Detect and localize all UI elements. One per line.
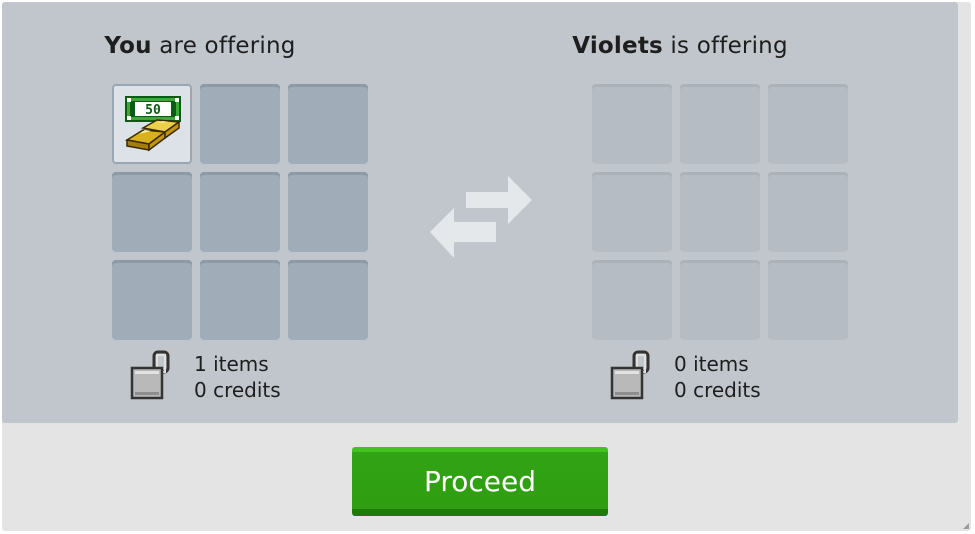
partner-offer-grid (592, 84, 848, 340)
my-offer-slot-3[interactable] (288, 84, 368, 164)
my-offer-slot-1[interactable]: 50 (112, 84, 192, 164)
trade-window: You are offering 50 1 items 0 credits Vi… (2, 2, 971, 531)
partner-offer-credits-count: 0 credits (674, 378, 761, 402)
my-offer-slot-8[interactable] (200, 260, 280, 340)
partner-offer-title-text: is offering (662, 33, 788, 59)
partner-offer-items-count: 0 items (674, 352, 749, 376)
partner-offer-slot-7 (592, 260, 672, 340)
partner-offer-slot-3 (768, 84, 848, 164)
proceed-button[interactable]: Proceed (352, 447, 608, 516)
my-offer-title-name: You (104, 33, 152, 59)
partner-offer-title-name: Violets (572, 33, 663, 59)
padlock-icon (130, 350, 170, 400)
partner-offer-title: Violets is offering (542, 33, 818, 59)
partner-offer-slot-6 (768, 172, 848, 252)
banknote-value: 50 (145, 103, 161, 118)
partner-offer-slot-9 (768, 260, 848, 340)
partner-offer-summary: 0 items 0 credits (610, 350, 830, 404)
padlock-icon (610, 350, 650, 400)
my-offer-slot-7[interactable] (112, 260, 192, 340)
my-offer-slot-5[interactable] (200, 172, 280, 252)
my-offer-slot-2[interactable] (200, 84, 280, 164)
partner-offer-slot-4 (592, 172, 672, 252)
my-offer: You are offering 50 1 items 0 credits (62, 2, 392, 423)
partner-offer-slot-1 (592, 84, 672, 164)
my-offer-title: You are offering (62, 33, 338, 59)
my-offer-items-count: 1 items (194, 352, 269, 376)
trade-panel: You are offering 50 1 items 0 credits Vi… (2, 2, 958, 423)
my-offer-grid: 50 (112, 84, 368, 340)
my-offer-title-text: are offering (151, 33, 296, 59)
my-offer-counts: 1 items 0 credits (194, 351, 281, 403)
my-offer-slot-6[interactable] (288, 172, 368, 252)
my-offer-credits-count: 0 credits (194, 378, 281, 402)
my-offer-summary: 1 items 0 credits (130, 350, 350, 404)
resize-grip-icon[interactable] (963, 523, 969, 529)
partner-offer-slot-8 (680, 260, 760, 340)
partner-offer-slot-2 (680, 84, 760, 164)
partner-offer-slot-5 (680, 172, 760, 252)
my-offer-slot-4[interactable] (112, 172, 192, 252)
partner-offer: Violets is offering 0 items 0 credits (542, 2, 872, 423)
my-offer-slot-9[interactable] (288, 260, 368, 340)
swap-arrows-icon (430, 176, 532, 258)
partner-offer-counts: 0 items 0 credits (674, 351, 761, 403)
gold-bars-cash-icon: 50 (124, 96, 182, 152)
